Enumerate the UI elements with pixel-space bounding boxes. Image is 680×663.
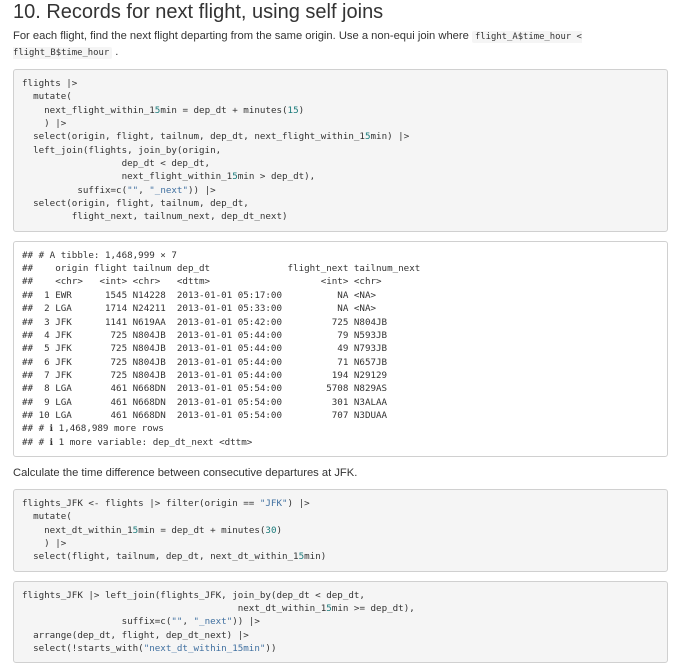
intro-text: For each flight, find the next flight de…: [13, 30, 472, 42]
code-line: ## # ℹ 1,468,989 more rows: [22, 423, 164, 435]
code-line: ## 10 LGA 461 N668DN 2013-01-01 05:54:00…: [22, 409, 388, 421]
code-line: select(origin, flight, tailnum, dep_dt, …: [22, 131, 410, 143]
code-line: ) |>: [22, 118, 67, 130]
code-line: ## 5 JFK 725 N804JB 2013-01-01 05:44:00 …: [22, 343, 388, 355]
intro-text-end: .: [112, 46, 119, 58]
code-line: next_dt_within_15min >= dep_dt),: [22, 603, 415, 614]
code-line: ## 6 JFK 725 N804JB 2013-01-01 05:44:00 …: [22, 356, 388, 368]
code-line: next_flight_within_15min > dep_dt),: [22, 171, 316, 183]
code-line: mutate(: [22, 91, 72, 103]
code-line: ## 7 JFK 725 N804JB 2013-01-01 05:44:00 …: [22, 369, 388, 381]
code-line: mutate(: [22, 511, 72, 523]
intro-paragraph: For each flight, find the next flight de…: [13, 29, 668, 61]
code-line: ## # A tibble: 1,468,999 × 7: [22, 249, 177, 261]
code-line: next_dt_within_15min = dep_dt + minutes(…: [22, 524, 283, 536]
paragraph-jfk: Calculate the time difference between co…: [13, 466, 358, 479]
code-line: ## 3 JFK 1141 N619AA 2013-01-01 05:42:00…: [22, 316, 388, 328]
code-line: ## 4 JFK 725 N804JB 2013-01-01 05:44:00 …: [22, 329, 388, 341]
output-block[interactable]: ## # A tibble: 1,468,999 × 7 ## origin f…: [13, 240, 668, 457]
code-line: suffix=c("", "_next")) |>: [22, 184, 216, 196]
code-line: ## # ℹ 1 more variable: dep_dt_next <dtt…: [22, 436, 253, 448]
code-block[interactable]: flights |> mutate( next_flight_within_15…: [13, 69, 668, 232]
code-line: select(!starts_with("next_dt_within_15mi…: [22, 643, 277, 655]
code-line: dep_dt < dep_dt,: [22, 158, 211, 170]
code-block-join[interactable]: flights_JFK |> left_join(flights_JFK, jo…: [13, 580, 668, 663]
code-line: ## 1 EWR 1545 N14228 2013-01-01 05:17:00…: [22, 289, 377, 301]
code-block-jfk[interactable]: flights_JFK <- flights |> filter(origin …: [13, 488, 668, 572]
code-line: flights |>: [22, 78, 78, 89]
code-line: suffix=c("", "_next")) |>: [22, 616, 260, 628]
page: 10. Records for next flight, using self …: [0, 2, 680, 663]
code-line: ) |>: [22, 537, 67, 549]
code-line: flight_next, tailnum_next, dep_dt_next): [22, 211, 288, 223]
code-line: arrange(dep_dt, flight, dep_dt_next) |>: [22, 629, 249, 641]
code-line: select(origin, flight, tailnum, dep_dt,: [22, 198, 249, 210]
code-line: flights_JFK |> left_join(flights_JFK, jo…: [22, 589, 365, 601]
code-line: next_flight_within_15min = dep_dt + minu…: [22, 104, 305, 116]
code-line: ## origin flight tailnum dep_dt flight_n…: [22, 263, 421, 275]
code-line: ## 8 LGA 461 N668DN 2013-01-01 05:54:00 …: [22, 383, 388, 395]
code-line: left_join(flights, join_by(origin,: [22, 144, 222, 156]
code-line: ## <chr> <int> <chr> <dttm> <int> <chr>: [22, 276, 382, 288]
code-line: flights_JFK <- flights |> filter(origin …: [22, 497, 310, 509]
code-line: ## 9 LGA 461 N668DN 2013-01-01 05:54:00 …: [22, 396, 388, 408]
code-line: select(flight, tailnum, dep_dt, next_dt_…: [22, 551, 327, 563]
section-heading: 10. Records for next flight, using self …: [13, 1, 384, 23]
code-line: ## 2 LGA 1714 N24211 2013-01-01 05:33:00…: [22, 303, 377, 315]
